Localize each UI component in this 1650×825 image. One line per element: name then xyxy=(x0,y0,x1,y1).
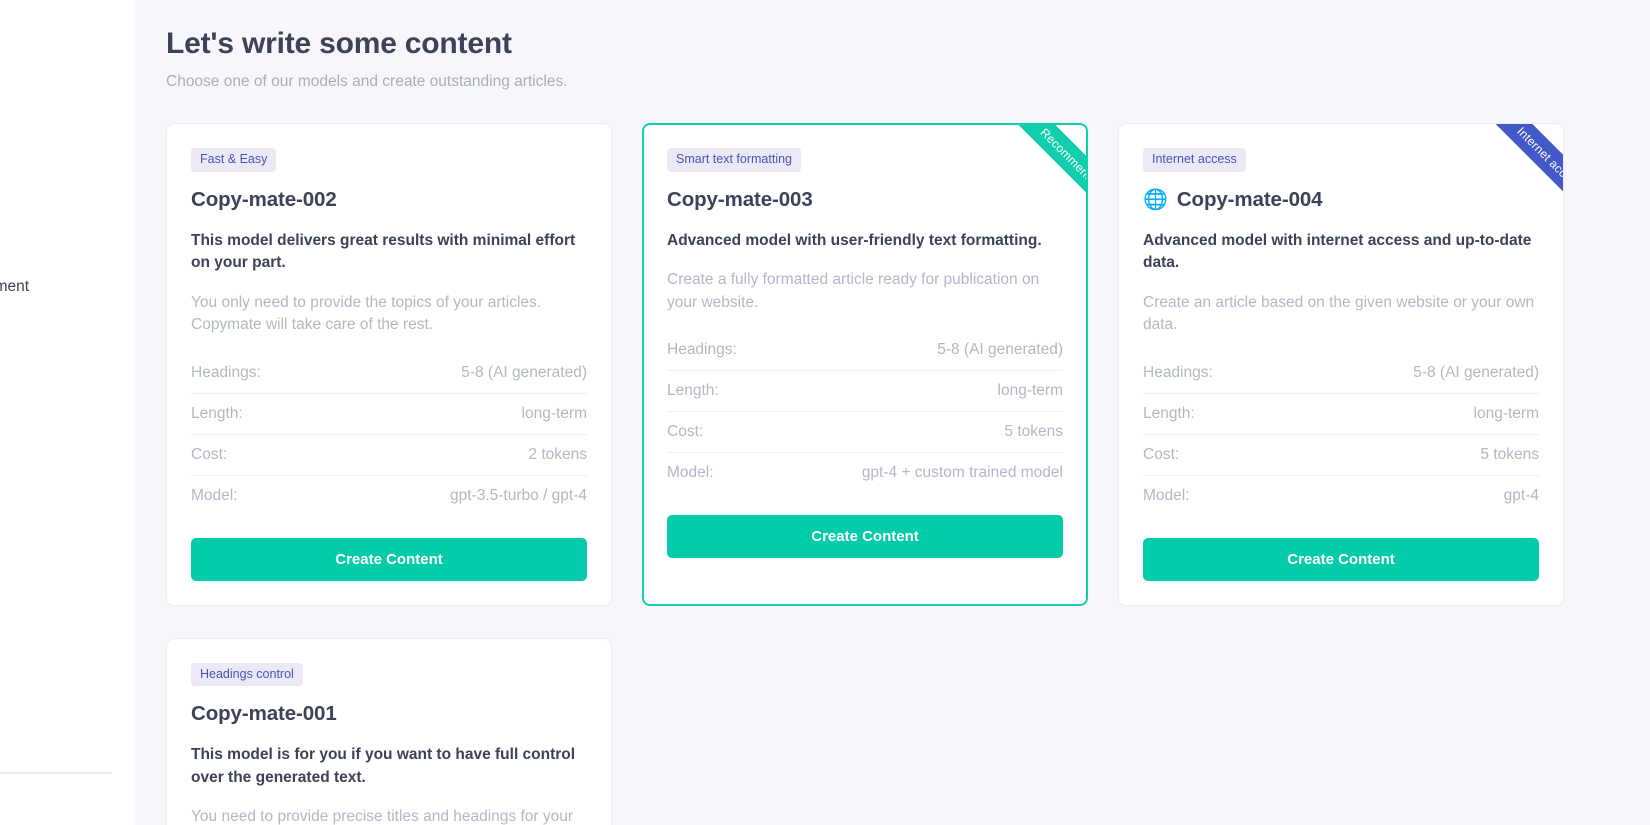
spec-value: long-term xyxy=(1473,404,1539,422)
create-content-button[interactable]: Create Content xyxy=(667,515,1063,559)
card-lead: Advanced model with internet access and … xyxy=(1143,231,1532,272)
spec-row: Length: long-term xyxy=(667,371,1063,413)
model-card-copy-mate-003[interactable]: Recommended Smart text formatting Copy-m… xyxy=(642,123,1088,606)
spec-value: 5 tokens xyxy=(1480,445,1539,463)
spec-row: Length: long-term xyxy=(1143,394,1539,435)
card-badge: Internet access xyxy=(1143,148,1246,172)
card-title-text: Copy-mate-002 xyxy=(191,187,337,211)
card-description: You need to provide precise titles and h… xyxy=(191,808,574,825)
model-card-copy-mate-004[interactable]: Internet access Internet access 🌐 Copy-m… xyxy=(1118,123,1564,606)
card-title-text: Copy-mate-001 xyxy=(191,702,337,726)
card-title: 🌐 Copy-mate-004 xyxy=(1143,188,1539,212)
spec-value: 5-8 (AI generated) xyxy=(461,363,587,381)
app-root: l ement Let's write some content Choose … xyxy=(0,0,1650,825)
spec-key: Cost: xyxy=(1143,445,1180,463)
spec-value: 2 tokens xyxy=(528,445,587,463)
card-lead: This model is for you if you want to hav… xyxy=(191,746,576,786)
model-card-grid: Fast & Easy Copy-mate-002 This model del… xyxy=(166,123,1650,825)
card-spec-list: Headings: 5-8 (AI generated) Length: lon… xyxy=(667,330,1063,493)
spec-key: Model: xyxy=(1143,486,1190,504)
spec-row: Headings: 5-8 (AI generated) xyxy=(667,330,1063,372)
sidebar-item-fragment-2[interactable]: ement xyxy=(0,278,29,296)
spec-key: Headings: xyxy=(191,363,261,381)
page-subtitle: Choose one of our models and create outs… xyxy=(166,73,568,90)
spec-key: Headings: xyxy=(1143,363,1213,381)
sidebar: l ement xyxy=(0,0,134,825)
create-content-button[interactable]: Create Content xyxy=(1143,537,1539,581)
spec-value: gpt-4 xyxy=(1503,486,1539,504)
spec-value: 5-8 (AI generated) xyxy=(937,341,1063,359)
globe-icon: 🌐 xyxy=(1143,188,1168,211)
internet-access-ribbon-label: Internet access xyxy=(1469,124,1563,239)
card-title-text: Copy-mate-003 xyxy=(667,187,813,211)
card-description: You only need to provide the topics of y… xyxy=(191,293,542,334)
model-card-copy-mate-002[interactable]: Fast & Easy Copy-mate-002 This model del… xyxy=(166,123,612,606)
spec-key: Model: xyxy=(191,486,238,504)
card-description: Create a fully formatted article ready f… xyxy=(667,271,1040,311)
spec-key: Length: xyxy=(1143,404,1195,422)
page-title: Let's write some content xyxy=(166,27,512,60)
page-header: Let's write some content Choose one of o… xyxy=(166,0,1650,91)
card-title: Copy-mate-003 xyxy=(667,188,1063,212)
spec-value: gpt-3.5-turbo / gpt-4 xyxy=(450,486,587,504)
spec-value: long-term xyxy=(521,404,587,422)
spec-row: Model: gpt-3.5-turbo / gpt-4 xyxy=(191,476,587,516)
recommended-ribbon-label: Recommended xyxy=(992,125,1086,240)
card-spec-list: Headings: 5-8 (AI generated) Length: lon… xyxy=(1143,353,1539,516)
card-badge: Headings control xyxy=(191,662,303,687)
spec-row: Cost: 2 tokens xyxy=(191,435,587,476)
spec-value: 5 tokens xyxy=(1004,423,1063,441)
card-title: Copy-mate-002 xyxy=(191,188,587,212)
card-spec-list: Headings: 5-8 (AI generated) Length: lon… xyxy=(191,353,587,516)
card-title-text: Copy-mate-004 xyxy=(1176,187,1323,211)
card-badge: Fast & Easy xyxy=(191,148,277,172)
spec-key: Model: xyxy=(667,464,714,482)
model-card-copy-mate-001[interactable]: Headings control Copy-mate-001 This mode… xyxy=(166,637,612,825)
card-description: Create an article based on the given web… xyxy=(1143,293,1535,334)
spec-row: Model: gpt-4 xyxy=(1143,476,1539,516)
spec-row: Length: long-term xyxy=(191,394,587,435)
spec-value: gpt-4 + custom trained model xyxy=(861,464,1063,482)
card-title: Copy-mate-001 xyxy=(191,702,587,726)
spec-value: long-term xyxy=(997,382,1063,400)
spec-key: Length: xyxy=(191,404,243,422)
spec-value: 5-8 (AI generated) xyxy=(1413,363,1539,381)
spec-row: Headings: 5-8 (AI generated) xyxy=(1143,353,1539,394)
spec-key: Headings: xyxy=(667,341,737,359)
spec-row: Headings: 5-8 (AI generated) xyxy=(191,353,587,394)
spec-row: Cost: 5 tokens xyxy=(667,412,1063,454)
sidebar-divider xyxy=(0,772,112,774)
main-content: Let's write some content Choose one of o… xyxy=(134,0,1650,825)
spec-key: Length: xyxy=(667,382,719,400)
card-lead: Advanced model with user-friendly text f… xyxy=(667,231,1042,249)
spec-key: Cost: xyxy=(667,423,704,441)
spec-key: Cost: xyxy=(191,445,228,463)
card-badge: Smart text formatting xyxy=(667,148,802,172)
spec-row: Cost: 5 tokens xyxy=(1143,435,1539,476)
card-lead: This model delivers great results with m… xyxy=(191,231,576,272)
create-content-button[interactable]: Create Content xyxy=(191,537,587,581)
spec-row: Model: gpt-4 + custom trained model xyxy=(667,453,1063,493)
